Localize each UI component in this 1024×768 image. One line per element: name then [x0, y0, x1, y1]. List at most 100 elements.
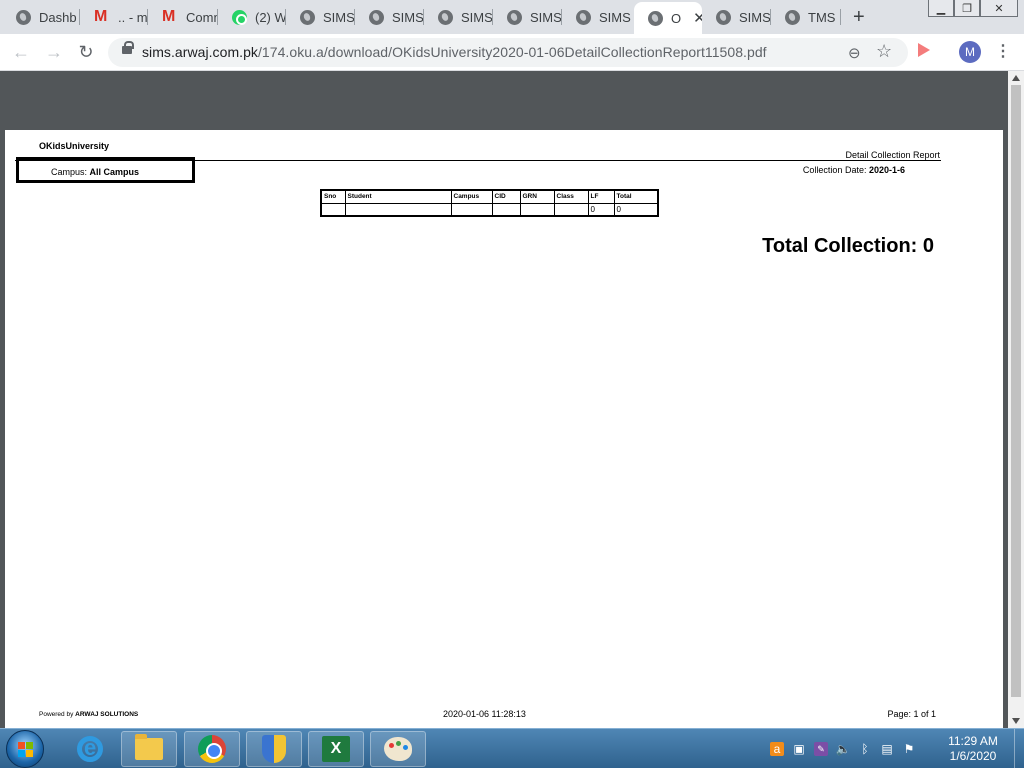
globe-icon	[576, 9, 591, 25]
start-button[interactable]	[6, 730, 44, 768]
tab-label: Dashb	[39, 9, 77, 25]
table-cell: 0	[587, 202, 615, 217]
globe-icon	[648, 10, 663, 26]
powered-by-company: ARWAJ SOLUTIONS	[75, 711, 139, 718]
forward-arrow-icon[interactable]: →	[42, 40, 66, 64]
campus-label: Campus:	[51, 167, 90, 177]
more-options-icon[interactable]: ⋮	[995, 41, 1011, 61]
zoom-icon[interactable]: ⊖	[848, 44, 861, 62]
campus-value: All Campus	[89, 167, 140, 177]
tab-label: SIMS	[599, 9, 631, 25]
table-cell	[491, 202, 521, 217]
tab-sims-6[interactable]: SIMS	[702, 4, 771, 30]
tab-label: (2) W	[255, 9, 286, 25]
table-cell	[320, 202, 346, 217]
campus-text: Campus: All Campus	[51, 167, 139, 177]
table-header-row: Sno Student Campus CID GRN Class LF Tota…	[320, 189, 659, 204]
app-tray-icon[interactable]: a	[770, 742, 784, 756]
url-text[interactable]: sims.arwaj.com.pk/174.oku.a/download/OKi…	[142, 44, 767, 60]
taskbar-security[interactable]	[246, 731, 302, 767]
tab-gmail-1[interactable]: M .. - ma	[80, 4, 148, 30]
chrome-icon	[198, 735, 226, 763]
back-arrow-icon[interactable]: ←	[9, 40, 33, 64]
close-window-button[interactable]: ✕	[980, 0, 1018, 17]
bookmark-star-icon[interactable]: ☆	[876, 41, 892, 62]
tab-label: .. - ma	[118, 9, 148, 25]
footer-timestamp: 2020-01-06 11:28:13	[443, 709, 526, 719]
table-cell	[344, 202, 452, 217]
column-header-grn: GRN	[519, 189, 555, 204]
tab-label: O	[671, 10, 682, 26]
tab-label: SIMS	[739, 9, 771, 25]
globe-icon	[369, 9, 384, 25]
taskbar-internet-explorer[interactable]	[62, 731, 118, 767]
tab-active-pdf[interactable]: O ✕	[634, 2, 702, 34]
tab-close-icon[interactable]: ✕	[693, 9, 702, 27]
clock-time: 11:29 AM	[948, 734, 998, 748]
tab-sims-5[interactable]: SIMS	[562, 4, 632, 30]
scroll-down-icon[interactable]	[1012, 718, 1020, 724]
scrollbar-thumb[interactable]	[1011, 85, 1021, 697]
collection-table: Sno Student Campus CID GRN Class LF Tota…	[320, 189, 659, 217]
tab-gmail-2[interactable]: M Comm	[148, 4, 218, 30]
taskbar-file-explorer[interactable]	[121, 731, 177, 767]
column-header-cid: CID	[491, 189, 521, 204]
tab-label: SIMS	[323, 9, 355, 25]
stylus-icon[interactable]: ✎	[814, 742, 828, 756]
globe-icon	[785, 9, 800, 25]
powered-by-label: Powered by	[39, 711, 76, 718]
action-center-flag-icon[interactable]: ⚑	[902, 742, 916, 756]
scroll-up-icon[interactable]	[1012, 75, 1020, 81]
pdf-page: OKidsUniversity Detail Collection Report…	[5, 130, 1003, 730]
profile-avatar[interactable]: M	[959, 41, 981, 63]
excel-icon: X	[322, 736, 350, 762]
restore-button[interactable]: ❐	[954, 0, 980, 17]
tab-sims-2[interactable]: SIMS	[355, 4, 424, 30]
volume-icon[interactable]: 🔈	[836, 742, 851, 756]
windows-logo-icon	[18, 742, 34, 758]
footer-powered-by: Powered by ARWAJ SOLUTIONS	[39, 711, 138, 718]
tab-sims-3[interactable]: SIMS	[424, 4, 493, 30]
tab-sims-4[interactable]: SIMS	[493, 4, 562, 30]
lock-icon[interactable]	[122, 41, 134, 54]
pdf-viewer: OKidsUniversity Detail Collection Report…	[0, 71, 1008, 730]
usb-icon[interactable]: ▣	[792, 742, 806, 756]
globe-icon	[300, 9, 315, 25]
column-header-campus: Campus	[450, 189, 493, 204]
table-cell	[519, 202, 555, 217]
table-row: 0 0	[320, 202, 659, 217]
show-desktop-button[interactable]	[1014, 729, 1024, 768]
collection-date-label: Collection Date:	[802, 165, 869, 175]
gmail-icon: M	[94, 7, 108, 25]
tab-whatsapp[interactable]: (2) W	[218, 4, 286, 30]
address-bar[interactable]: sims.arwaj.com.pk/174.oku.a/download/OKi…	[108, 38, 908, 67]
globe-icon	[438, 9, 453, 25]
tab-dashboard[interactable]: Dashb	[2, 4, 80, 30]
taskbar-paint[interactable]	[370, 731, 426, 767]
new-tab-button[interactable]: +	[853, 6, 865, 29]
globe-icon	[16, 9, 31, 25]
minimize-button[interactable]: ▁	[928, 0, 954, 17]
tab-sims-1[interactable]: SIMS	[286, 4, 355, 30]
url-host: sims.arwaj.com.pk	[142, 44, 258, 60]
column-header-class: Class	[553, 189, 589, 204]
globe-icon	[507, 9, 522, 25]
clock-date: 1/6/2020	[949, 749, 997, 763]
tab-label: SIMS	[530, 9, 562, 25]
tab-label: SIMS	[461, 9, 493, 25]
taskbar-chrome[interactable]	[184, 731, 240, 767]
shield-icon	[262, 735, 286, 763]
reload-icon[interactable]: ↻	[74, 40, 98, 64]
bluetooth-icon[interactable]: ᛒ	[858, 742, 872, 756]
browser-toolbar: ← → ↻ sims.arwaj.com.pk/174.oku.a/downlo…	[0, 34, 1024, 71]
taskbar-clock[interactable]: 11:29 AM 1/6/2020	[938, 734, 1008, 764]
extension-icon[interactable]	[916, 43, 932, 57]
total-collection: Total Collection: 0	[762, 235, 934, 257]
internet-explorer-icon	[77, 735, 103, 762]
vertical-scrollbar[interactable]	[1008, 71, 1024, 728]
tab-label: TMS	[808, 9, 836, 25]
taskbar-excel[interactable]: X	[308, 731, 364, 767]
network-icon[interactable]: ▤	[880, 742, 894, 756]
footer-page-number: Page: 1 of 1	[887, 709, 936, 719]
tab-tms[interactable]: TMS	[771, 4, 841, 30]
